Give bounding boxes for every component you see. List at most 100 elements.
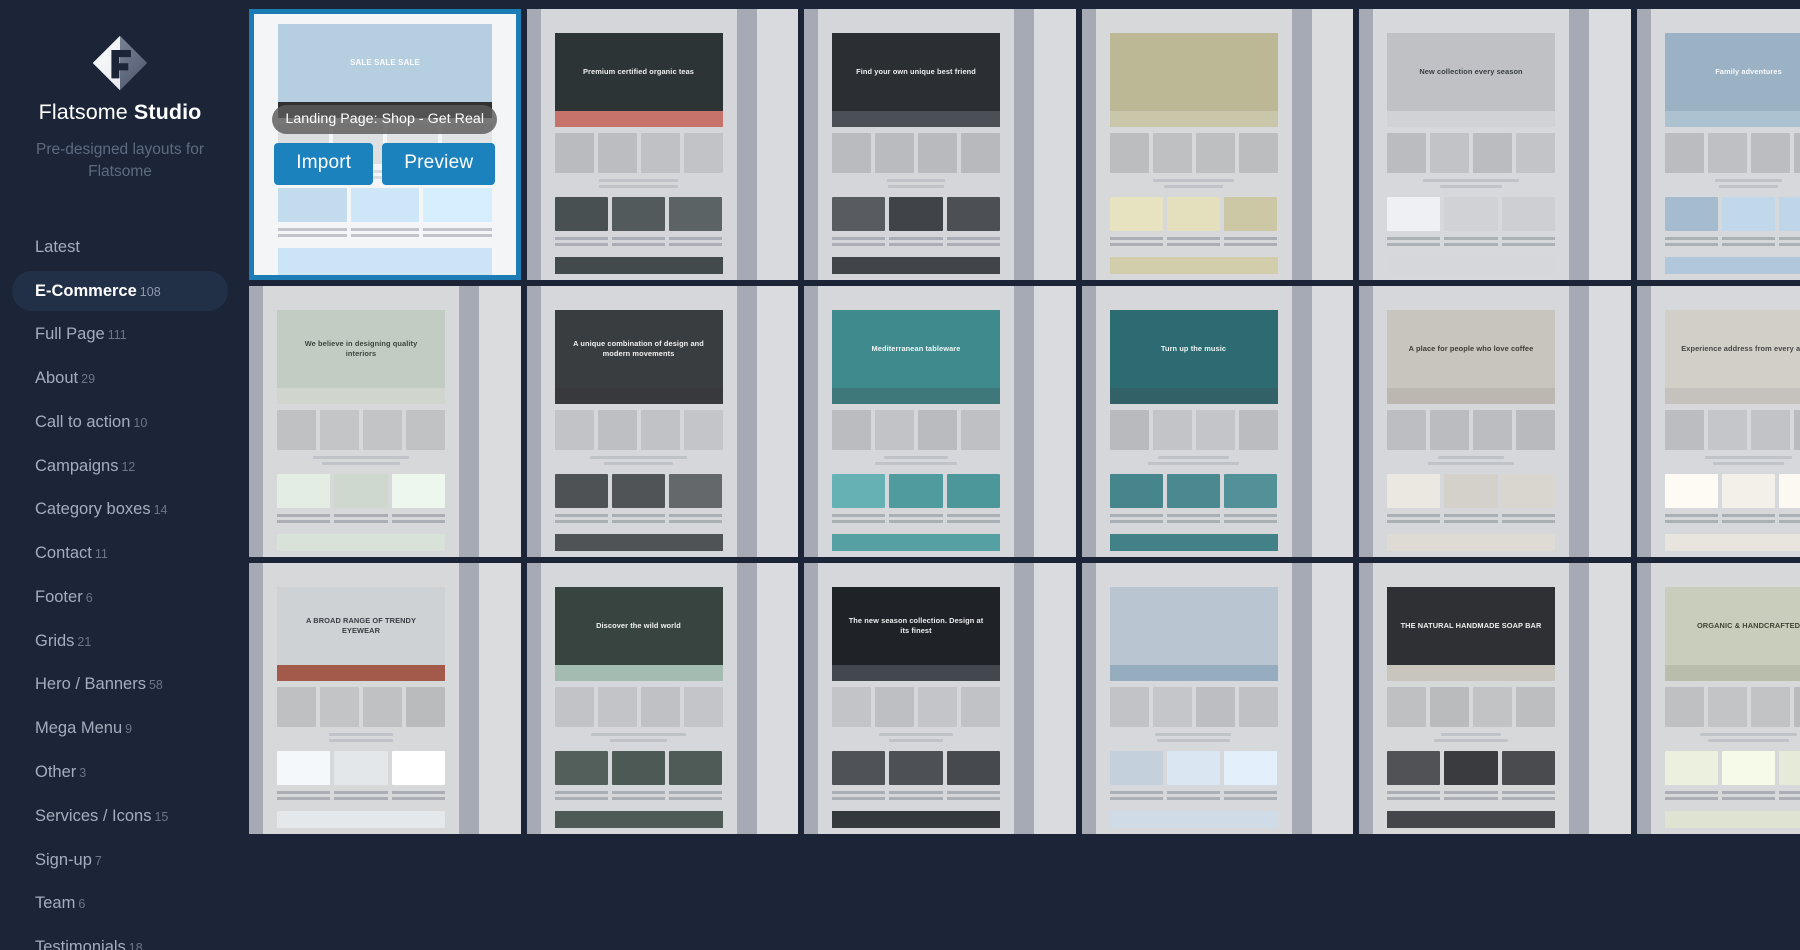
thumbnail-text-line xyxy=(334,514,388,517)
thumbnail-product-tile xyxy=(832,687,871,727)
template-card[interactable]: Experience address from every angle xyxy=(1636,286,1800,557)
sidebar-item-other[interactable]: Other 3 xyxy=(12,752,228,792)
template-card[interactable]: THE NATURAL HANDMADE SOAP BAR xyxy=(1359,563,1631,834)
thumbnail-hero-block: THE NATURAL HANDMADE SOAP BAR xyxy=(1387,587,1555,665)
thumbnail-text-line xyxy=(1713,462,1784,465)
thumbnail-hero-block: Find your own unique best friend xyxy=(832,33,1000,111)
thumbnail-text-line xyxy=(391,797,445,800)
thumbnail-text-line xyxy=(1721,797,1776,800)
template-card[interactable]: A BROAD RANGE OF TRENDY EYEWEAR xyxy=(249,563,521,834)
thumbnail-product-tile xyxy=(1473,410,1512,450)
thumbnail-text-line xyxy=(611,520,666,523)
sidebar-item-team[interactable]: Team 6 xyxy=(12,883,228,923)
thumbnail-hero-heading: Mediterranean tableware xyxy=(871,344,961,353)
thumbnail-text-line xyxy=(1664,237,1718,240)
template-card-selected[interactable]: SALE SALE SALE Landing Page: Shop - Get R… xyxy=(249,9,521,280)
thumbnail-image-tile xyxy=(832,197,886,231)
thumbnail-product-tile xyxy=(1793,410,1800,450)
thumbnail-hero-block: New collection every season xyxy=(1387,33,1555,111)
thumbnail-caption-row xyxy=(1387,791,1555,794)
template-card[interactable]: Family adventures xyxy=(1636,9,1800,280)
thumbnail-product-tile xyxy=(683,687,723,727)
sidebar-item-latest[interactable]: Latest xyxy=(12,227,228,267)
sidebar-item-sign-up[interactable]: Sign-up 7 xyxy=(12,840,228,880)
thumbnail-text-line xyxy=(1779,237,1800,240)
thumbnail-caption-row xyxy=(1664,243,1800,246)
thumbnail-text-line xyxy=(1156,739,1231,742)
thumbnail-product-tile xyxy=(597,687,637,727)
thumbnail-image-tile xyxy=(334,751,388,785)
thumbnail-text-line xyxy=(611,237,666,240)
template-thumbnail: Family adventures xyxy=(1636,9,1800,280)
sidebar-item-category-boxes[interactable]: Category boxes 14 xyxy=(12,489,228,529)
sidebar-item-grids[interactable]: Grids 21 xyxy=(12,621,228,661)
thumbnail-hero-block: We believe in designing quality interior… xyxy=(277,310,445,388)
thumbnail-image-tile xyxy=(1721,197,1776,231)
sidebar-item-call-to-action[interactable]: Call to action 10 xyxy=(12,402,228,442)
thumbnail-feature-block xyxy=(1387,257,1555,274)
thumbnail-text-line xyxy=(334,520,388,523)
thumbnail-text-line xyxy=(611,243,666,246)
template-card[interactable]: Premium certified organic teas xyxy=(526,9,798,280)
thumbnail-product-tile xyxy=(597,410,637,450)
template-thumbnail: The new season collection. Design at its… xyxy=(804,563,1076,834)
thumbnail-product-row xyxy=(1664,133,1800,173)
thumbnail-product-row xyxy=(832,410,1000,450)
thumbnail-text-line xyxy=(1501,243,1555,246)
template-thumbnail: ORGANIC & HANDCRAFTED xyxy=(1636,563,1800,834)
thumbnail-product-tile xyxy=(1793,133,1800,173)
sidebar-item-mega-menu[interactable]: Mega Menu 9 xyxy=(12,708,228,748)
thumbnail-text-line xyxy=(1444,791,1498,794)
thumbnail-product-tile xyxy=(554,687,594,727)
template-thumbnail: New collection every season xyxy=(1359,9,1631,280)
sidebar-item-count: 29 xyxy=(81,372,96,387)
template-card[interactable]: We believe in designing quality interior… xyxy=(249,286,521,557)
thumbnail-hero-heading: Experience address from every angle xyxy=(1681,344,1800,353)
sidebar-item-hero-banners[interactable]: Hero / Banners 58 xyxy=(12,664,228,704)
sidebar-item-e-commerce[interactable]: E-Commerce 108 xyxy=(12,270,228,311)
sidebar-item-campaigns[interactable]: Campaigns 12 xyxy=(12,446,228,486)
thumbnail-accent-band xyxy=(1109,665,1278,681)
thumbnail-image-tile xyxy=(350,188,420,222)
template-card[interactable]: The new season collection. Design at its… xyxy=(804,563,1076,834)
template-card[interactable]: Turn up the music xyxy=(1081,286,1353,557)
template-card[interactable]: New collection every season xyxy=(1359,9,1631,280)
template-thumbnail xyxy=(1081,563,1353,834)
thumbnail-text-line xyxy=(1109,797,1163,800)
sidebar-item-services-icons[interactable]: Services / Icons 15 xyxy=(12,796,228,836)
thumbnail-hero-heading: Find your own unique best friend xyxy=(856,67,976,76)
template-card[interactable] xyxy=(1081,563,1353,834)
flatsome-diamond-f-logo-icon xyxy=(92,35,148,91)
flatsome-logo xyxy=(0,30,240,96)
template-card[interactable] xyxy=(1081,9,1353,280)
thumbnail-text-line xyxy=(889,739,943,742)
thumbnail-text-line xyxy=(589,456,688,459)
import-button[interactable]: Import xyxy=(274,142,374,185)
thumbnail-product-tile xyxy=(1750,410,1790,450)
thumbnail-text-line xyxy=(1166,237,1221,240)
sidebar-item-full-page[interactable]: Full Page 111 xyxy=(12,314,228,354)
sidebar-item-about[interactable]: About 29 xyxy=(12,358,228,398)
thumbnail-image-trio xyxy=(832,197,1000,231)
thumbnail-text-line xyxy=(878,733,954,736)
preview-button[interactable]: Preview xyxy=(382,142,496,185)
thumbnail-product-tile xyxy=(1516,687,1555,727)
thumbnail-text-line xyxy=(1166,520,1221,523)
template-card[interactable]: Discover the wild world xyxy=(526,563,798,834)
template-card[interactable]: A unique combination of design and moder… xyxy=(526,286,798,557)
thumbnail-text-line xyxy=(1440,185,1502,188)
template-thumbnail: Discover the wild world xyxy=(526,563,798,834)
thumbnail-caption-row xyxy=(554,791,723,794)
sidebar-item-count: 21 xyxy=(77,634,92,649)
thumbnail-feature-block xyxy=(1387,811,1555,828)
sidebar-item-footer[interactable]: Footer 6 xyxy=(12,577,228,617)
sidebar-item-testimonials[interactable]: Testimonials 18 xyxy=(12,927,228,950)
thumbnail-text-line xyxy=(1109,791,1163,794)
thumbnail-image-trio xyxy=(277,474,445,508)
template-card[interactable]: Mediterranean tableware xyxy=(804,286,1076,557)
template-card[interactable]: Find your own unique best friend xyxy=(804,9,1076,280)
sidebar-item-contact[interactable]: Contact 11 xyxy=(12,533,228,573)
thumbnail-caption-row xyxy=(1387,797,1555,800)
template-card[interactable]: ORGANIC & HANDCRAFTED xyxy=(1636,563,1800,834)
template-card[interactable]: A place for people who love coffee xyxy=(1359,286,1631,557)
